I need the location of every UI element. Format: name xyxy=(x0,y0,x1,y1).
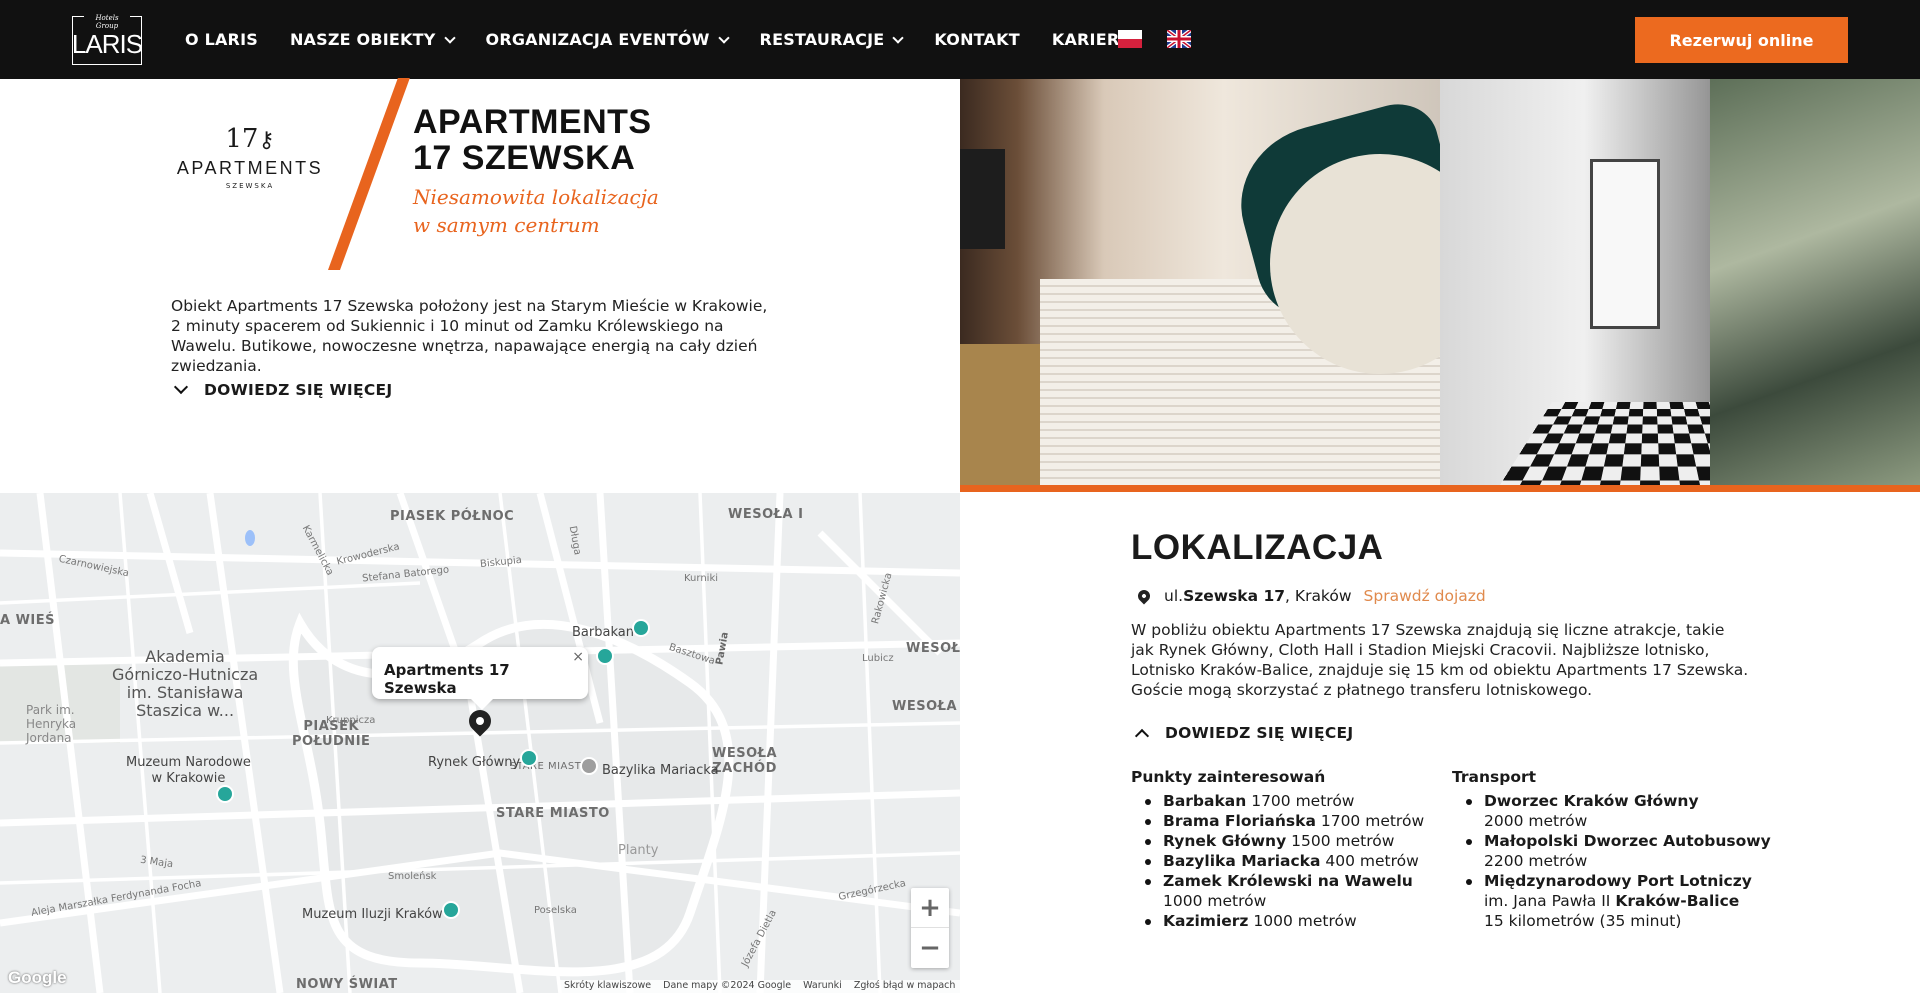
chevron-down-icon xyxy=(717,31,730,44)
close-icon[interactable]: × xyxy=(572,649,584,665)
transport-list: Transport Dworzec Kraków Główny 2000 metr… xyxy=(1452,768,1772,931)
chevron-up-icon xyxy=(1134,728,1150,744)
district-label: NOWY ŚWIAT xyxy=(296,977,398,992)
street-label: Poselska xyxy=(534,905,577,916)
terms-link[interactable]: Warunki xyxy=(803,980,842,993)
church-icon[interactable] xyxy=(580,757,598,775)
list-item: Kazimierz 1000 metrów xyxy=(1131,911,1451,931)
museum-icon[interactable] xyxy=(442,901,460,919)
chevron-down-icon xyxy=(443,31,456,44)
list-item: Dworzec Kraków Główny 2000 metrów xyxy=(1452,791,1772,831)
poi-label: Rynek Główny xyxy=(428,755,521,770)
museum-icon[interactable] xyxy=(632,619,650,637)
list-item: Brama Floriańska 1700 metrów xyxy=(1131,811,1451,831)
intro-text: Obiekt Apartments 17 Szewska położony je… xyxy=(171,297,768,375)
check-directions-link[interactable]: Sprawdź dojazd xyxy=(1364,587,1486,605)
poi-label: Park im. Henryka Jordana xyxy=(26,703,77,745)
reserve-online-button[interactable]: Rezerwuj online xyxy=(1635,17,1848,63)
zoom-out-button[interactable]: − xyxy=(911,928,949,968)
logo-sub: SZEWSKA xyxy=(225,182,275,190)
keyboard-shortcuts-link[interactable]: Skróty klawiszowe xyxy=(564,980,651,993)
poi-label: Akademia Górniczo-Hutnicza im. Stanisław… xyxy=(112,647,259,720)
list-item: Barbakan 1700 metrów xyxy=(1131,791,1451,811)
menu-item-restauracje[interactable]: RESTAURACJE xyxy=(760,30,905,49)
menu-item-nasze-obiekty[interactable]: NASZE OBIEKTY xyxy=(290,30,456,49)
orange-accent-bar xyxy=(960,485,1920,492)
poi-label: Planty xyxy=(618,843,659,858)
district-label: WESOŁA I xyxy=(728,507,804,522)
points-of-interest: Punkty zainteresowań Barbakan 1700 metró… xyxy=(1131,767,1451,931)
menu-item-kontakt[interactable]: KONTAKT xyxy=(934,30,1019,49)
property-tagline: Niesamowita lokalizacja w samym centrum xyxy=(413,185,659,237)
museum-icon[interactable] xyxy=(520,749,538,767)
map-attribution: Skróty klawiszowe Dane mapy ©2024 Google… xyxy=(560,980,972,993)
logo-wordmark: LARIS xyxy=(71,29,143,59)
menu-item-o-laris[interactable]: O LARIS xyxy=(185,30,258,49)
location-description: W pobliżu obiektu Apartments 17 Szewska … xyxy=(1131,621,1749,699)
report-error-link[interactable]: Zgłoś błąd w mapach xyxy=(854,980,956,993)
district-label: WESOŁ xyxy=(906,641,960,656)
list-item: Zamek Królewski na Wawelu 1000 metrów xyxy=(1131,871,1451,911)
district-label: WESOŁA xyxy=(892,699,958,714)
zoom-in-button[interactable]: + xyxy=(911,888,949,928)
poi-label: Muzeum Narodowe w Krakowie xyxy=(126,755,251,786)
map-zoom-controls: + − xyxy=(911,888,949,968)
poi-label: Bazylika Mariacka xyxy=(602,763,719,778)
location-heading: LOKALIZACJA xyxy=(1131,528,1384,567)
chevron-down-icon xyxy=(173,379,189,395)
location-pin-icon xyxy=(1135,587,1153,605)
map-data-label: Dane mapy ©2024 Google xyxy=(663,980,792,991)
map-info-popup: Apartments 17 Szewska × xyxy=(372,647,588,699)
google-logo: Google xyxy=(8,968,67,987)
district-label: WESOŁA ZACHÓD xyxy=(712,746,778,776)
popup-tail xyxy=(470,698,494,710)
museum-icon[interactable] xyxy=(596,647,614,665)
polish-flag-icon[interactable] xyxy=(1118,30,1142,48)
apartments-logo: 17⚷ APARTMENTS SZEWSKA xyxy=(170,126,330,190)
google-map[interactable]: PIASEK PÓŁNOC WESOŁA I PIASEK POŁUDNIE W… xyxy=(0,493,960,993)
list-item: Międzynarodowy Port Lotniczy im. Jana Paw… xyxy=(1452,871,1772,931)
property-title: APARTMENTS 17 SZEWSKA xyxy=(413,103,652,177)
poi-label: Muzeum Iluzji Kraków xyxy=(302,907,443,922)
logo-tagline: Hotels Group xyxy=(84,14,130,30)
street-label: Kurniki xyxy=(684,573,719,584)
learn-more-button[interactable]: DOWIEDZ SIĘ WIĘCEJ xyxy=(172,379,393,399)
address-line: ul. Szewska 17 , Kraków Sprawdź dojazd xyxy=(1135,587,1486,605)
logo-name: APARTMENTS xyxy=(176,158,324,178)
district-label: A WIEŚ xyxy=(0,613,56,628)
district-label: PIASEK PÓŁNOC xyxy=(390,509,515,524)
key-icon: ⚷ xyxy=(258,128,275,153)
laris-logo[interactable]: Hotels Group LARIS xyxy=(71,14,143,65)
museum-icon[interactable] xyxy=(216,785,234,803)
orange-slash-divider xyxy=(328,78,410,270)
list-item: Małopolski Dworzec Autobusowy 2200 metrów xyxy=(1452,831,1772,871)
chevron-down-icon xyxy=(892,31,905,44)
poi-label: Barbakan xyxy=(572,625,634,640)
logo-number: 17⚷ xyxy=(225,124,275,154)
street-label: Krupnicza xyxy=(326,715,376,726)
bedroom-photo xyxy=(960,79,1440,485)
district-label: STARE MIASTO xyxy=(496,806,610,821)
top-navigation: Hotels Group LARIS O LARIS NASZE OBIEKTY… xyxy=(0,0,1920,79)
street-label: Lubicz xyxy=(862,653,894,664)
hallway-photo xyxy=(1440,79,1920,485)
learn-more-toggle[interactable]: DOWIEDZ SIĘ WIĘCEJ xyxy=(1133,724,1354,744)
main-menu: O LARIS NASZE OBIEKTY ORGANIZACJA EVENTÓ… xyxy=(185,0,1164,79)
menu-item-organizacja-eventow[interactable]: ORGANIZACJA EVENTÓW xyxy=(486,30,730,49)
street-label: Smoleńsk xyxy=(388,871,437,882)
list-item: Bazylika Mariacka 400 metrów xyxy=(1131,851,1451,871)
list-item: Rynek Główny 1500 metrów xyxy=(1131,831,1451,851)
uk-flag-icon[interactable] xyxy=(1167,30,1191,48)
